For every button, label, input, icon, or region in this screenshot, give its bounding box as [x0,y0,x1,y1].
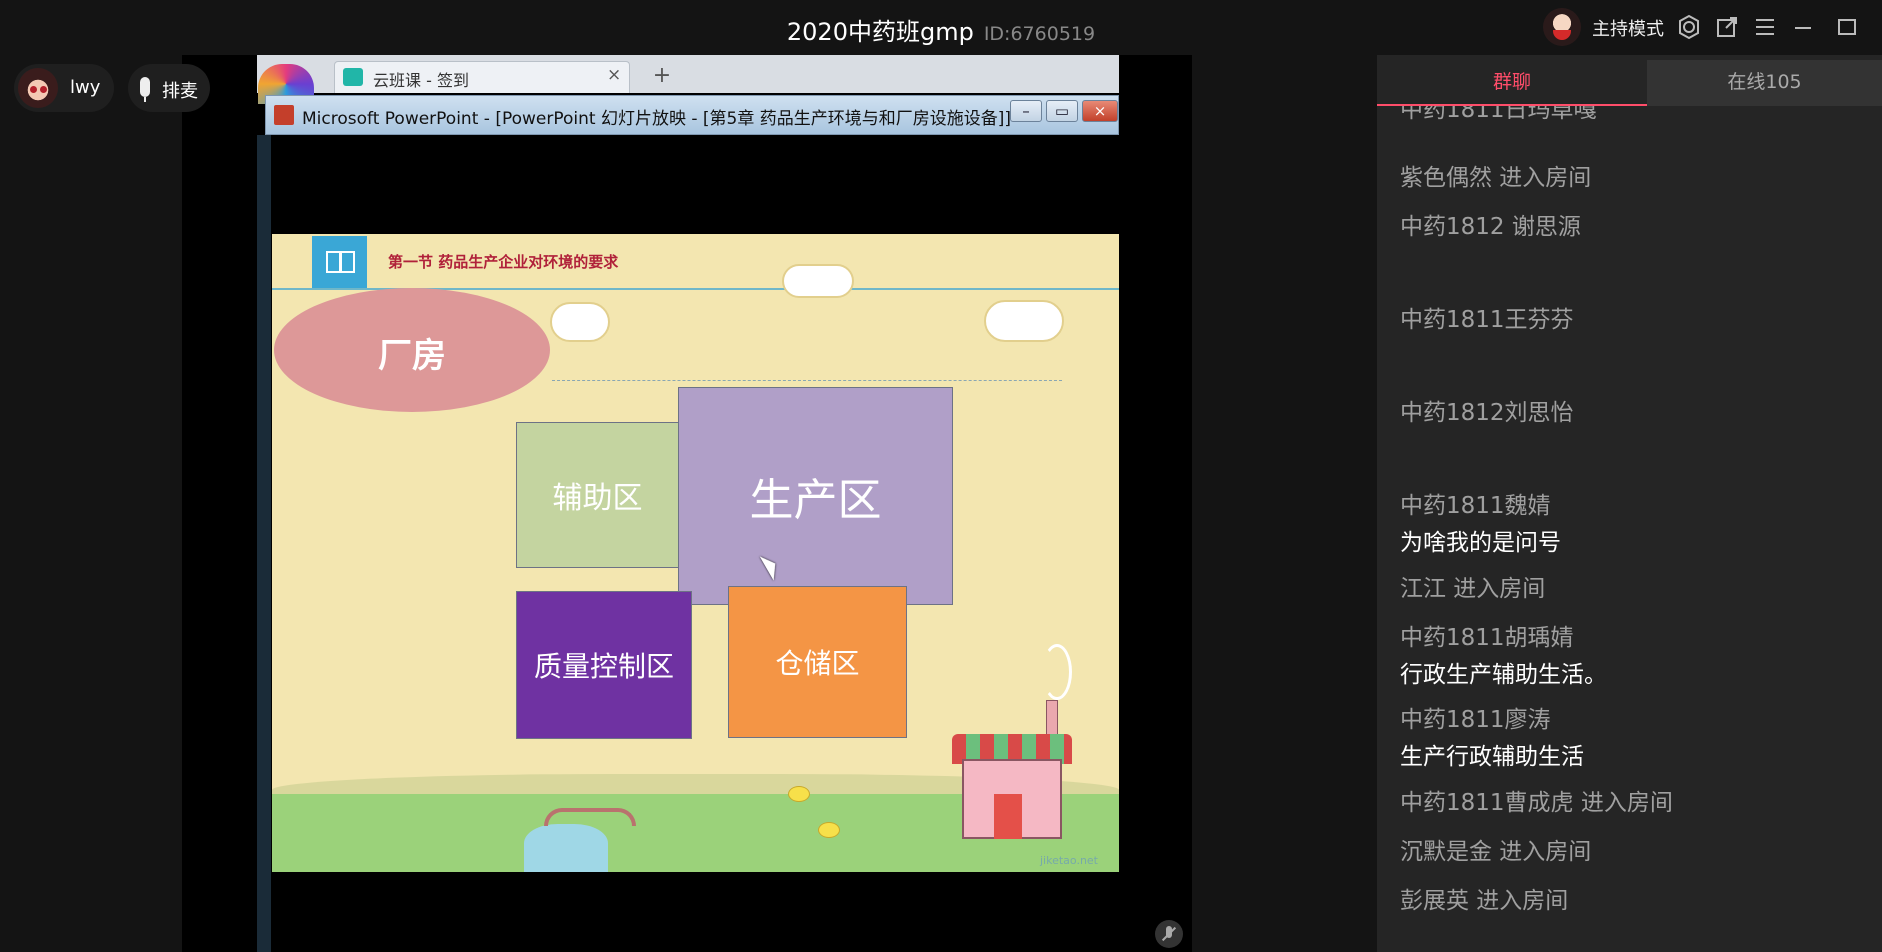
gear-icon[interactable] [1674,12,1704,42]
smoke-decoration [1042,644,1072,700]
chat-message-sender: 中药1811胡瑀婧 [1400,625,1574,651]
chat-message: 中药1811日玛卓嘎 [1400,106,1870,124]
bird-icon [818,822,840,838]
chat-message-sender: 中药1811廖涛 [1400,707,1551,733]
production-area-label: 生产区 [749,475,882,526]
powerpoint-titlebar: Microsoft PowerPoint - [PowerPoint 幻灯片放映… [265,95,1119,135]
chat-message-sender: 沉默是金 进入房间 [1400,839,1592,865]
chat-message-body: 行政生产辅助生活。 [1400,662,1607,688]
chat-message-sender: 中药1811王芬芬 [1400,307,1574,333]
chat-message-sender: 彭展英 进入房间 [1400,888,1569,914]
cloud-icon [343,68,363,86]
mic-queue-label: 排麦 [162,81,198,102]
auxiliary-area-label: 辅助区 [552,481,643,516]
chat-message-sender: 中药1812刘思怡 [1400,400,1574,426]
slide-left-edge [257,135,271,952]
maximize-icon[interactable] [1832,12,1862,42]
powerpoint-window-title: Microsoft PowerPoint - [PowerPoint 幻灯片放映… [302,109,1012,129]
current-user-chip[interactable]: lwy [14,64,114,112]
production-area-box: 生产区 [678,387,953,605]
auxiliary-area-box: 辅助区 [516,422,679,568]
menu-icon[interactable] [1750,12,1780,42]
ppt-restore-button[interactable]: ▭ [1046,100,1078,122]
quality-control-area-label: 质量控制区 [533,650,674,683]
chat-message-sender: 江江 进入房间 [1400,576,1546,602]
chat-message: 中药1811胡瑀婧 行政生产辅助生活。 [1400,618,1870,689]
mic-queue-button[interactable]: 排麦 [128,64,210,112]
quality-control-area-box: 质量控制区 [516,591,692,739]
room-id: ID:6760519 [983,23,1096,45]
mic-muted-icon[interactable] [1155,920,1183,948]
user-name: lwy [70,77,101,98]
chat-message-sender: 中药1811魏婧 [1400,493,1551,519]
microphone-icon [140,77,150,102]
new-tab-button[interactable]: + [644,61,680,93]
bridge-decoration [544,808,636,826]
chat-message: 沉默是金 进入房间 [1400,832,1870,866]
book-icon [312,236,367,288]
cloud-decoration [550,302,610,342]
cloud-decoration [782,264,854,298]
tab-group-chat[interactable]: 群聊 [1377,60,1647,106]
chimney-decoration [1046,700,1058,736]
door-decoration [994,794,1022,839]
chat-message: 中药1812 谢思源 [1400,207,1870,241]
host-mode-button[interactable]: 主持模式 [1592,15,1664,41]
chat-message-list[interactable]: 中药1811日玛卓嘎 紫色偶然 进入房间 中药1812 谢思源 中药1811王芬… [1377,106,1882,952]
chat-tabs: 群聊 在线105 [1377,60,1882,106]
top-bar: 2020中药班gmp ID:6760519 主持模式 [0,0,1882,55]
factory-label: 厂房 [378,336,446,376]
chat-message: 中药1811王芬芬 [1400,300,1870,334]
chat-message-body: 生产行政辅助生活 [1400,744,1584,770]
chat-message-body: 为啥我的是问号 [1400,530,1561,556]
stage-left-margin [0,55,182,952]
stage-right-margin [1192,55,1377,952]
chat-message: 中药1811魏婧 为啥我的是问号 [1400,486,1870,557]
tab-online-users[interactable]: 在线105 [1647,60,1882,106]
chat-message: 紫色偶然 进入房间 [1400,158,1870,192]
room-name: 2020中药班gmp [786,18,974,46]
tab-close-icon[interactable]: × [607,65,621,85]
ppt-minimize-button[interactable]: – [1010,100,1042,122]
dashed-line [552,380,1062,381]
stream-decoration [524,824,608,872]
chat-message: 中药1811曹成虎 进入房间 [1400,783,1870,817]
host-avatar[interactable] [1543,8,1581,46]
slide-watermark: jiketao.net [1040,854,1098,867]
chat-message-sender: 中药1812 谢思源 [1400,214,1581,240]
external-link-icon[interactable] [1712,12,1742,42]
chat-panel: 群聊 在线105 中药1811日玛卓嘎 紫色偶然 进入房间 中药1812 谢思源… [1377,55,1882,952]
user-avatar [18,68,58,108]
cloud-decoration [984,300,1064,342]
storage-area-label: 仓储区 [775,647,860,680]
chat-message: 彭展英 进入房间 [1400,881,1870,915]
slide-section-title: 第一节 药品生产企业对环境的要求 [388,253,619,271]
storage-area-box: 仓储区 [728,586,907,738]
chat-message-sender: 紫色偶然 进入房间 [1400,165,1592,191]
browser-tab-label: 云班课 - 签到 [373,71,469,90]
powerpoint-icon [274,105,294,125]
chat-message: 中药1812刘思怡 [1400,393,1870,427]
ppt-close-button[interactable]: × [1082,100,1118,122]
chat-message-sender: 中药1811日玛卓嘎 [1400,106,1597,123]
presentation-slide: 第一节 药品生产企业对环境的要求 厂房 辅助区 生产区 质量控制区 仓储区 ji… [272,234,1119,872]
chat-message: 江江 进入房间 [1400,569,1870,603]
chat-message-sender: 中药1811曹成虎 进入房间 [1400,790,1673,816]
minimize-icon[interactable] [1788,12,1818,42]
chat-message: 中药1811廖涛 生产行政辅助生活 [1400,700,1870,771]
bird-icon [788,786,810,802]
browser-tab[interactable]: 云班课 - 签到 × [334,61,630,93]
